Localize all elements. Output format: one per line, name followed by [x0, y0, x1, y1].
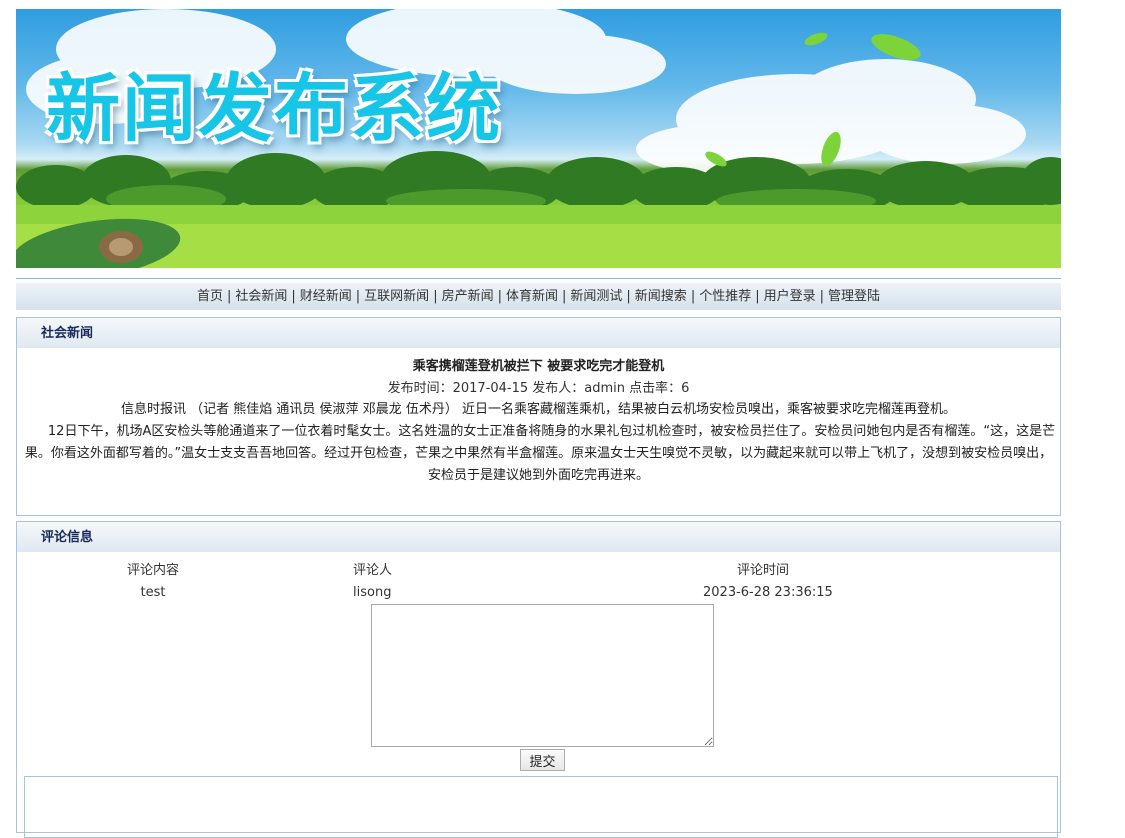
section-title: 社会新闻	[17, 318, 1060, 348]
main-nav: 首页 | 社会新闻 | 财经新闻 | 互联网新闻 | 房产新闻 | 体育新闻 | 新闻测试 | 新闻搜索 | 个…	[16, 283, 1061, 310]
nav-news-test[interactable]: 新闻测试	[570, 289, 622, 304]
nav-separator: |	[819, 289, 825, 304]
nav-news-search[interactable]: 新闻搜索	[635, 289, 687, 304]
comment-textarea[interactable]	[371, 604, 714, 747]
article-paragraph: 信息时报讯 （记者 熊佳焰 通讯员 侯淑萍 邓晨龙 伍术丹） 近日一名乘客藏榴莲…	[121, 402, 956, 417]
nav-separator: |	[433, 289, 438, 304]
article-paragraph: 12日下午，机场A区安检头等舱通道来了一位衣着时髦女士。这名姓温的女士正准备将随…	[21, 424, 1056, 483]
comment-list-box	[24, 776, 1058, 838]
nav-separator: |	[497, 289, 502, 304]
comments-panel: 评论信息 评论内容 评论人 评论时间 test lisong 2023-6-28…	[16, 521, 1061, 838]
header-banner: 新闻发布系统	[16, 9, 1061, 268]
comment-time: 2023-6-28 23:36:15	[703, 585, 833, 600]
nav-social-news[interactable]: 社会新闻	[235, 289, 287, 304]
table-header-row: 评论内容 评论人 评论时间	[17, 560, 1060, 582]
nav-separator: |	[355, 289, 361, 304]
nav-recommend[interactable]: 个性推荐	[699, 289, 751, 304]
header-user: 评论人	[353, 563, 393, 578]
comment-content: test	[140, 585, 166, 600]
nav-separator: |	[562, 289, 567, 304]
nav-separator: |	[626, 289, 631, 304]
nav-separator: |	[226, 289, 232, 304]
nav-separator: |	[291, 289, 296, 304]
nav-internet-news[interactable]: 互联网新闻	[364, 289, 429, 304]
table-row: test lisong 2023-6-28 23:36:15	[17, 582, 1060, 604]
nav-realestate-news[interactable]: 房产新闻	[442, 289, 494, 304]
nav-user-login[interactable]: 用户登录	[764, 289, 816, 304]
header-content: 评论内容	[126, 563, 179, 578]
nav-separator: |	[690, 289, 696, 304]
comment-user: lisong	[353, 585, 392, 600]
nav-finance-news[interactable]: 财经新闻	[300, 289, 352, 304]
nav-home[interactable]: 首页	[197, 289, 223, 304]
news-panel: 社会新闻 乘客携榴莲登机被拦下 被要求吃完才能登机 发布时间：2017-04-1…	[16, 317, 1061, 516]
article-title: 乘客携榴莲登机被拦下 被要求吃完才能登机	[412, 359, 665, 374]
article-meta: 发布时间：2017-04-15 发布人：admin 点击率：6	[387, 381, 690, 396]
nav-sports-news[interactable]: 体育新闻	[506, 289, 558, 304]
article-body: 信息时报讯 （记者 熊佳焰 通讯员 侯淑萍 邓晨龙 伍术丹） 近日一名乘客藏榴莲…	[17, 399, 1060, 487]
nav-admin-login[interactable]: 管理登陆	[828, 289, 880, 304]
comments-title: 评论信息	[17, 522, 1060, 552]
comments-table: 评论内容 评论人 评论时间 test lisong 2023-6-28 23:3…	[17, 560, 1060, 604]
divider	[16, 278, 1061, 279]
submit-button[interactable]: 提交	[520, 749, 565, 771]
header-time: 评论时间	[737, 563, 790, 578]
nav-separator: |	[755, 289, 760, 304]
site-title: 新闻发布系统	[46, 66, 502, 152]
